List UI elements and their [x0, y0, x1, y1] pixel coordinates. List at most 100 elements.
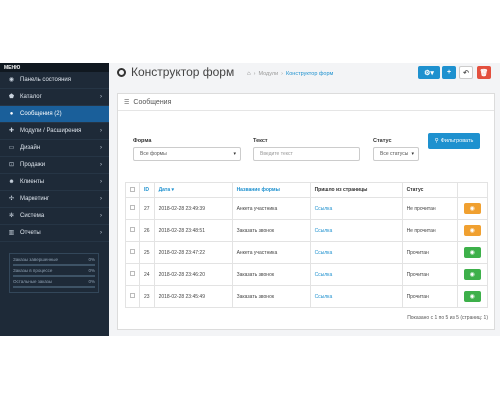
row-date: 2018-02-28 23:47:22 [153, 241, 233, 264]
sidebar-item-6[interactable]: ☻ Клиенты › [0, 174, 109, 191]
sidebar-item-0[interactable]: ◉ Панель состояния [0, 72, 109, 89]
breadcrumb-current[interactable]: Конструктор форм [286, 71, 333, 77]
view-eye-icon[interactable]: ◉ [463, 269, 481, 280]
form-select[interactable]: Все формы ▾ [133, 147, 241, 161]
row-checkbox[interactable] [125, 219, 140, 242]
sidebar-item-1[interactable]: ⬟ Каталог › [0, 89, 109, 106]
row-source-link[interactable]: Ссылка [309, 285, 403, 308]
user-icon: ☻ [8, 179, 15, 185]
main-content: Конструктор форм ⌂ › Модули › Конструкто… [109, 63, 500, 336]
monitor-icon: ▭ [8, 145, 15, 151]
col-id[interactable]: ID [139, 182, 155, 198]
order-stats: Заказы завершенные 0% Заказы в процессе 0% О… [9, 253, 99, 293]
sidebar-item-2[interactable]: ● Сообщения (2) [0, 106, 109, 123]
table-header-row: ID Дата ▾ Название формы Пришло из стран… [125, 182, 489, 198]
row-status: Прочитан [401, 263, 458, 286]
row-form-name: Заказать звонок [231, 263, 311, 286]
row-status: Не прочитан [401, 197, 458, 220]
filter-button[interactable]: ⚲ Фильтровать [428, 133, 480, 149]
row-checkbox[interactable] [125, 241, 140, 264]
stat-progress-bar [13, 275, 95, 277]
text-input[interactable]: Введите текст [253, 147, 360, 161]
table-row: 26 2018-02-28 23:48:51 Заказать звонок Ссыл… [125, 219, 489, 242]
row-source-link[interactable]: Ссылка [309, 263, 403, 286]
sidebar-item-7[interactable]: ✣ Маркетинг › [0, 191, 109, 208]
col-status: Статус [401, 182, 458, 198]
row-checkbox[interactable] [125, 263, 140, 286]
form-filter-label: Форма [133, 138, 152, 144]
row-source-link[interactable]: Ссылка [309, 241, 403, 264]
app-window: МЕНЮ ◉ Панель состояния ⬟ Каталог › ● Сообщени… [0, 63, 500, 336]
sidebar-nav: ◉ Панель состояния ⬟ Каталог › ● Сообщения (2)… [0, 72, 109, 242]
back-button[interactable]: ↶ [459, 66, 473, 79]
settings-dropdown-button[interactable]: ⚙▾ [418, 66, 440, 79]
stat-item: Заказы завершенные 0% [12, 257, 96, 268]
status-select[interactable]: Все статусы ▾ [373, 147, 419, 161]
view-eye-icon[interactable]: ◉ [463, 291, 481, 302]
row-status: Не прочитан [401, 219, 458, 242]
sidebar-item-label: Сообщения (2) [20, 111, 62, 117]
sidebar-item-9[interactable]: ▥ Отчеты › [0, 225, 109, 242]
sidebar-item-3[interactable]: ✚ Модули / Расширения › [0, 123, 109, 140]
col-actions [456, 182, 489, 198]
view-eye-icon[interactable]: ◉ [463, 225, 481, 236]
row-source-link[interactable]: Ссылка [309, 197, 403, 220]
chevron-right-icon: › [100, 162, 102, 168]
pagination-text: Показано с 1 по 5 из 5 (страниц: 1) [407, 315, 488, 321]
page-title: Конструктор форм [117, 65, 234, 79]
sidebar-item-label: Маркетинг [20, 196, 50, 202]
row-date: 2018-02-28 23:46:20 [153, 263, 233, 286]
row-id: 25 [139, 241, 155, 264]
row-status: Прочитан [401, 285, 458, 308]
puzzle-icon: ✚ [8, 128, 15, 134]
cog-icon: ✻ [8, 213, 15, 219]
view-eye-icon[interactable]: ◉ [463, 203, 481, 214]
row-source-link[interactable]: Ссылка [309, 219, 403, 242]
stat-label: Остальные заказы [13, 279, 53, 284]
sidebar-item-label: Отчеты [20, 230, 41, 236]
share-icon: ✣ [8, 196, 15, 202]
table-row: 24 2018-02-28 23:46:20 Заказать звонок Ссыл… [125, 263, 489, 286]
stats-list: Заказы завершенные 0% Заказы в процессе 0% О… [12, 257, 96, 290]
tag-icon: ⬟ [8, 94, 15, 100]
home-icon[interactable]: ⌂ [247, 71, 251, 77]
col-date[interactable]: Дата ▾ [153, 182, 233, 198]
row-form-name: Анкета участника [231, 197, 311, 220]
sidebar-item-label: Панель состояния [20, 77, 71, 83]
delete-button[interactable]: 🗑 [477, 66, 491, 79]
sidebar-item-4[interactable]: ▭ Дизайн › [0, 140, 109, 157]
sidebar: МЕНЮ ◉ Панель состояния ⬟ Каталог › ● Сообщени… [0, 63, 109, 336]
sidebar-header: МЕНЮ [0, 63, 109, 72]
row-actions: ◉ [456, 241, 489, 264]
stat-label: Заказы завершенные [13, 257, 59, 262]
col-source: Пришло из страницы [309, 182, 403, 198]
stat-progress-bar [13, 264, 95, 266]
sidebar-item-label: Дизайн [20, 145, 41, 151]
chat-icon: ● [9, 111, 14, 117]
sidebar-item-5[interactable]: ⊡ Продажи › [0, 157, 109, 174]
row-status: Прочитан [401, 241, 458, 264]
row-checkbox[interactable] [125, 285, 140, 308]
chevron-right-icon: › [100, 230, 102, 236]
col-form-name[interactable]: Название формы [231, 182, 311, 198]
circle-logo-icon [117, 67, 126, 77]
select-all-checkbox[interactable] [125, 182, 140, 198]
view-eye-icon[interactable]: ◉ [463, 247, 481, 258]
breadcrumb-modules[interactable]: Модули [258, 71, 278, 77]
row-actions: ◉ [456, 219, 489, 242]
sidebar-item-8[interactable]: ✻ Система › [0, 208, 109, 225]
sidebar-item-label: Модули / Расширения [20, 128, 82, 134]
row-id: 26 [139, 219, 155, 242]
add-button[interactable]: + [442, 66, 456, 79]
cart-icon: ⊡ [8, 162, 15, 168]
stat-percent: 0% [88, 268, 95, 273]
chevron-right-icon: › [100, 145, 102, 151]
row-actions: ◉ [456, 263, 489, 286]
row-id: 24 [139, 263, 155, 286]
sidebar-item-label: Система [20, 213, 45, 219]
sidebar-item-label: Клиенты [20, 179, 45, 185]
row-id: 27 [139, 197, 155, 220]
chevron-right-icon: › [100, 213, 102, 219]
messages-panel: ☰ Сообщения Форма Все формы ▾ Текст Введ… [117, 93, 495, 330]
row-checkbox[interactable] [125, 197, 140, 220]
